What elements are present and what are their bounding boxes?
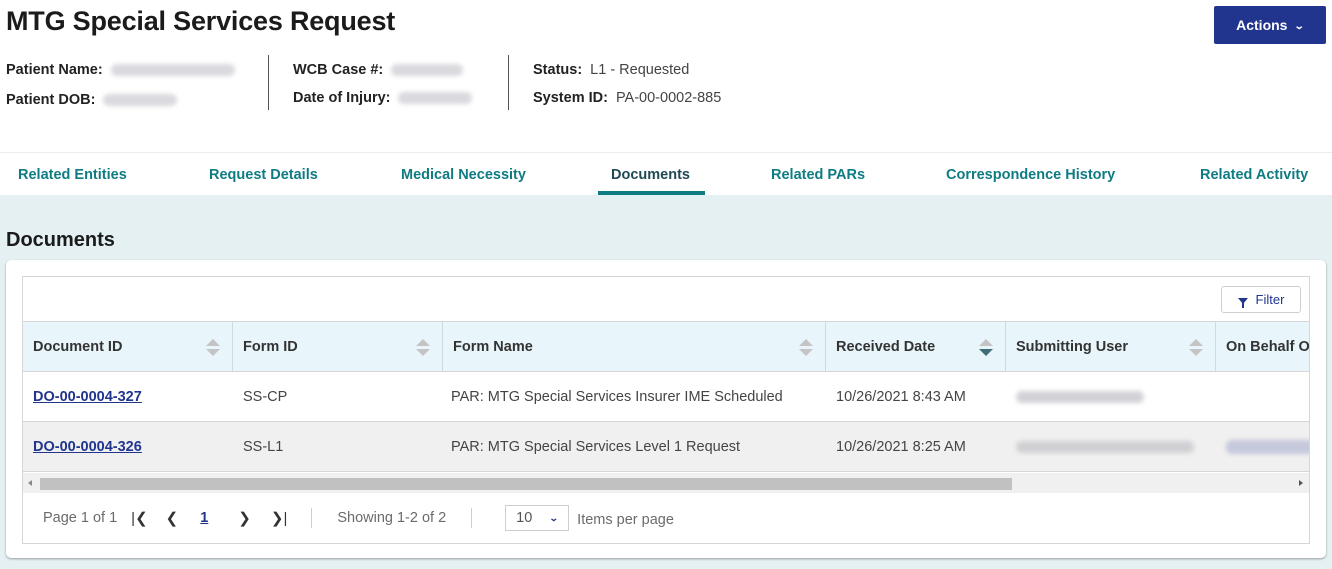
system-id-row: System ID: PA-00-0002-885 <box>533 84 721 112</box>
form-name-cell: PAR: MTG Special Services Level 1 Reques… <box>451 438 741 455</box>
case-info: WCB Case #: Date of Injury: <box>293 56 473 112</box>
sort-icon[interactable] <box>1189 339 1203 357</box>
info-divider <box>268 55 269 110</box>
on-behalf-of-cell <box>1216 422 1309 471</box>
patient-info: Patient Name: Patient DOB: <box>6 56 235 114</box>
column-header-form-id[interactable]: Form ID <box>233 322 443 371</box>
page-size-value: 10 <box>516 510 533 526</box>
column-header-label: Received Date <box>836 339 936 355</box>
column-header-submitting-user[interactable]: Submitting User <box>1006 322 1216 371</box>
tab-related-activity[interactable]: Related Activity <box>1200 167 1308 183</box>
page-header: MTG Special Services Request Actions ⌄ P… <box>0 0 1332 150</box>
sort-icon[interactable] <box>416 339 430 357</box>
funnel-icon <box>1237 297 1248 308</box>
chevron-down-icon: ⌄ <box>1294 20 1306 32</box>
actions-button-label: Actions <box>1236 17 1288 33</box>
patient-dob-value-redacted <box>103 94 178 106</box>
wcb-case-label: WCB Case #: <box>293 62 384 78</box>
patient-dob-row: Patient DOB: <box>6 86 235 114</box>
prev-page-icon[interactable]: ❮ <box>166 509 179 527</box>
status-value: L1 - Requested <box>590 62 690 78</box>
patient-name-row: Patient Name: <box>6 56 235 84</box>
form-name-cell: PAR: MTG Special Services Insurer IME Sc… <box>451 388 783 405</box>
actions-button[interactable]: Actions ⌄ <box>1214 6 1326 44</box>
submitting-user-cell <box>1006 372 1144 421</box>
pager-divider <box>311 508 313 528</box>
submitting-user-cell <box>1006 422 1194 471</box>
received-date-cell: 10/26/2021 8:43 AM <box>836 388 966 405</box>
column-header-label: Document ID <box>33 339 123 355</box>
tab-related-entities[interactable]: Related Entities <box>18 167 127 183</box>
tab-bar: Related Entities Request Details Medical… <box>0 152 1332 195</box>
date-of-injury-label: Date of Injury: <box>293 90 391 106</box>
on-behalf-of-redacted <box>1226 439 1309 454</box>
items-per-page-label: Items per page <box>577 512 674 528</box>
chevron-down-icon: ⌄ <box>548 513 559 523</box>
pagination: Page 1 of 1 |❮ ❮ 1 ❯ ❯| Showing 1-2 of 2… <box>23 500 674 536</box>
showing-count: Showing 1-2 of 2 <box>337 510 447 526</box>
table-header: Document ID Form ID Form Name Received D… <box>23 321 1309 372</box>
patient-name-value-redacted <box>110 64 235 76</box>
document-id-link[interactable]: DO-00-0004-326 <box>33 439 142 455</box>
system-id-value: PA-00-0002-885 <box>615 90 722 106</box>
scroll-right-icon[interactable] <box>1299 480 1303 486</box>
patient-dob-label: Patient DOB: <box>6 92 96 108</box>
page-size-select[interactable]: 10 ⌄ <box>505 505 570 531</box>
received-date-cell: 10/26/2021 8:25 AM <box>836 438 966 455</box>
scrollbar-thumb[interactable] <box>40 478 1012 490</box>
date-of-injury-row: Date of Injury: <box>293 84 473 112</box>
document-id-link[interactable]: DO-00-0004-327 <box>33 389 142 405</box>
column-header-document-id[interactable]: Document ID <box>23 322 233 371</box>
submitting-user-redacted <box>1016 440 1194 453</box>
patient-name-label: Patient Name: <box>6 62 103 78</box>
column-header-form-name[interactable]: Form Name <box>443 322 826 371</box>
on-behalf-of-cell <box>1216 372 1226 421</box>
status-label: Status: <box>533 62 583 78</box>
form-id-cell: SS-L1 <box>243 438 284 455</box>
sort-icon[interactable] <box>206 339 220 357</box>
tab-related-pars[interactable]: Related PARs <box>771 167 865 183</box>
last-page-icon[interactable]: ❯| <box>271 509 287 527</box>
filter-button[interactable]: Filter <box>1221 286 1301 313</box>
info-divider <box>508 55 509 110</box>
column-header-label: Form Name <box>453 339 533 355</box>
wcb-case-row: WCB Case #: <box>293 56 472 84</box>
column-header-label: Submitting User <box>1016 339 1128 355</box>
filter-button-label: Filter <box>1255 292 1285 307</box>
page-title: MTG Special Services Request <box>6 6 396 36</box>
status-info: Status: L1 - Requested System ID: PA-00-… <box>533 56 721 112</box>
column-header-label: Form ID <box>243 339 298 355</box>
column-header-received-date[interactable]: Received Date <box>826 322 1006 371</box>
wcb-case-value-redacted <box>391 64 464 76</box>
table-row: DO-00-0004-327 SS-CP PAR: MTG Special Se… <box>23 372 1309 422</box>
sort-icon[interactable] <box>799 339 813 357</box>
sort-descending-icon[interactable] <box>979 339 993 357</box>
tab-correspondence-history[interactable]: Correspondence History <box>946 167 1115 183</box>
page-info: Page 1 of 1 <box>43 510 118 526</box>
horizontal-scrollbar[interactable] <box>23 473 1309 493</box>
pager-divider <box>471 508 473 528</box>
tab-medical-necessity[interactable]: Medical Necessity <box>401 167 526 183</box>
column-header-label: On Behalf Of <box>1226 339 1309 355</box>
first-page-icon[interactable]: |❮ <box>131 509 147 527</box>
column-header-on-behalf-of[interactable]: On Behalf Of <box>1216 322 1309 371</box>
form-id-cell: SS-CP <box>243 388 288 405</box>
status-row: Status: L1 - Requested <box>533 56 721 84</box>
section-title: Documents <box>6 229 115 251</box>
page-number-current[interactable]: 1 <box>200 510 208 526</box>
scroll-left-icon[interactable] <box>28 480 32 486</box>
submitting-user-redacted <box>1016 390 1144 403</box>
date-of-injury-value-redacted <box>398 92 473 104</box>
next-page-icon[interactable]: ❯ <box>238 509 251 527</box>
table-row: DO-00-0004-326 SS-L1 PAR: MTG Special Se… <box>23 422 1309 472</box>
tab-request-details[interactable]: Request Details <box>209 167 318 183</box>
system-id-label: System ID: <box>533 90 608 106</box>
tab-documents[interactable]: Documents <box>611 167 690 183</box>
